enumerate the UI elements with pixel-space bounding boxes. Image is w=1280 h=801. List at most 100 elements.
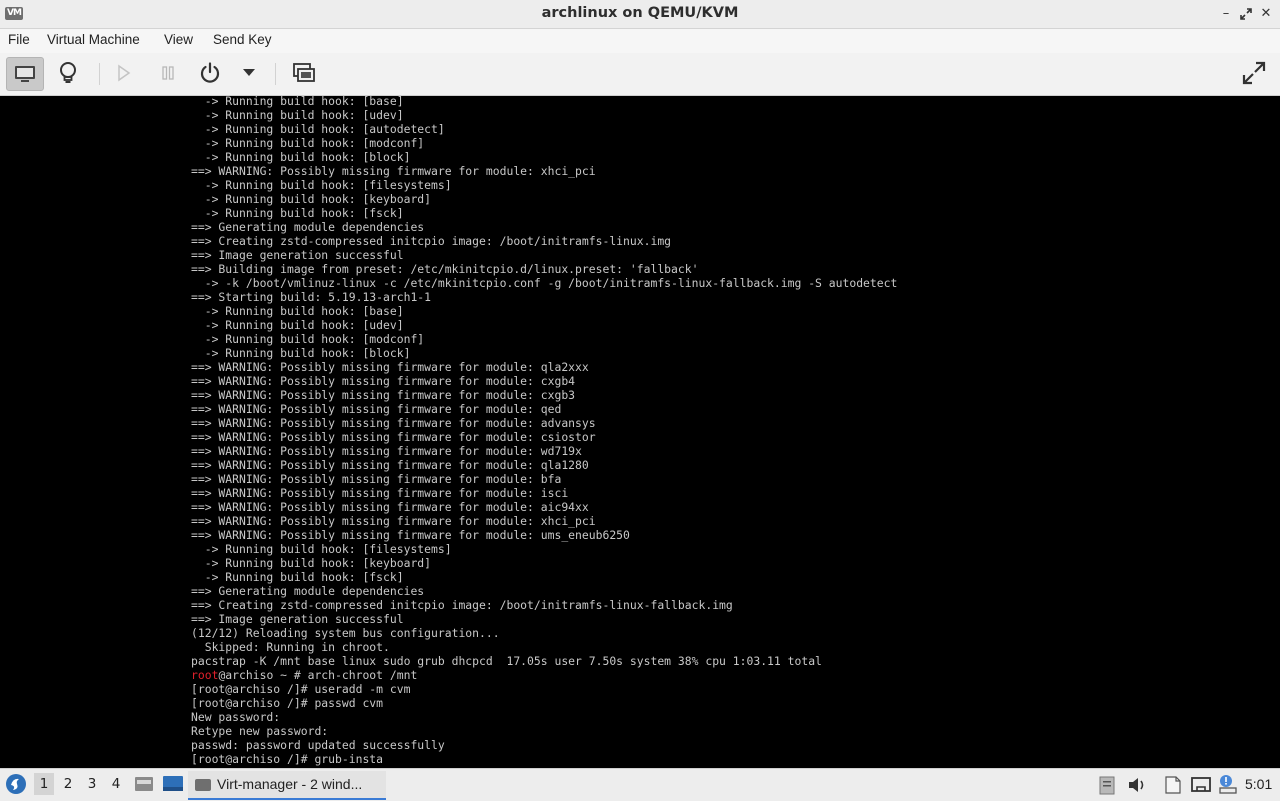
details-view-button[interactable] (50, 57, 86, 89)
console-line: Skipped: Running in chroot. (191, 640, 390, 654)
run-button[interactable] (106, 57, 142, 89)
menu-view[interactable]: View (164, 32, 193, 47)
start-menu-button[interactable] (5, 773, 27, 799)
restore-icon[interactable] (1236, 5, 1256, 23)
chevron-down-icon (243, 69, 255, 76)
console-line: ==> WARNING: Possibly missing firmware f… (191, 374, 576, 388)
workspace-2[interactable]: 2 (58, 776, 78, 792)
fullscreen-button[interactable] (1236, 57, 1272, 89)
network-wired-icon (1191, 777, 1211, 792)
root-prompt-command: @archiso ~ # arch-chroot /mnt (218, 668, 418, 682)
console-line: -> Running build hook: [base] (191, 304, 404, 318)
console-line: ==> WARNING: Possibly missing firmware f… (191, 458, 589, 472)
console-line: -> Running build hook: [udev] (191, 108, 404, 122)
console-line: ==> WARNING: Possibly missing firmware f… (191, 416, 596, 430)
workspace-3[interactable]: 3 (82, 776, 102, 792)
console-line: ==> WARNING: Possibly missing firmware f… (191, 486, 569, 500)
task-label: Virt-manager - 2 wind... (217, 776, 363, 792)
clock[interactable]: 5:01 (1245, 776, 1272, 792)
console-line: -> Running build hook: [keyboard] (191, 556, 432, 570)
console-line: ==> Creating zstd-compressed initcpio im… (191, 234, 672, 248)
menu-send-key[interactable]: Send Key (213, 32, 272, 47)
console-line: -> Running build hook: [filesystems] (191, 178, 452, 192)
console-line: ==> WARNING: Possibly missing firmware f… (191, 500, 589, 514)
console-line: -> Running build hook: [base] (191, 96, 404, 108)
pause-button[interactable] (150, 57, 186, 89)
play-icon (118, 64, 131, 82)
clipboard-tray[interactable] (1098, 775, 1116, 799)
console-line: -> Running build hook: [fsck] (191, 206, 404, 220)
desktop-icon (163, 776, 183, 791)
toolbar-separator (275, 63, 276, 85)
root-user-prompt: root (191, 668, 219, 682)
console-line: ==> WARNING: Possibly missing firmware f… (191, 388, 576, 402)
menu-bar: File Virtual Machine View Send Key (0, 29, 1280, 53)
console-line: New password: (191, 710, 281, 724)
toolbar (0, 53, 1280, 96)
console-line: -> Running build hook: [block] (191, 346, 411, 360)
lightbulb-icon (60, 62, 76, 83)
updates-tray[interactable] (1216, 773, 1238, 799)
power-icon (200, 62, 220, 83)
console-icon (15, 66, 35, 82)
update-alert-icon (1219, 775, 1237, 794)
console-line: ==> Image generation successful (191, 248, 404, 262)
console-line: ==> WARNING: Possibly missing firmware f… (191, 402, 562, 416)
console-line: ==> WARNING: Possibly missing firmware f… (191, 164, 596, 178)
console-line: -> Running build hook: [autodetect] (191, 122, 445, 136)
console-line: Retype new password: (191, 724, 329, 738)
console-line: ==> WARNING: Possibly missing firmware f… (191, 360, 589, 374)
notes-tray[interactable] (1163, 775, 1183, 799)
console-line: ==> Starting build: 5.19.13-arch1-1 (191, 290, 432, 304)
volume-icon (1129, 778, 1144, 792)
console-line: ==> Generating module dependencies (191, 220, 425, 234)
console-line: -> -k /boot/vmlinuz-linux -c /etc/mkinit… (191, 276, 898, 290)
menu-virtual-machine[interactable]: Virtual Machine (47, 32, 140, 47)
pause-icon (162, 66, 174, 80)
console-line: ==> Generating module dependencies (191, 584, 425, 598)
console-view-button[interactable] (6, 57, 44, 91)
console-line: ==> WARNING: Possibly missing firmware f… (191, 444, 582, 458)
virt-manager-task-icon (195, 779, 211, 791)
console-line: ==> WARNING: Possibly missing firmware f… (191, 472, 562, 486)
taskbar: 1 2 3 4 Virt-manager - 2 wind... 5:01 (0, 768, 1280, 801)
file-manager-launcher[interactable] (134, 775, 154, 797)
toolbar-separator (99, 63, 100, 85)
workspace-4[interactable]: 4 (106, 776, 126, 792)
workspace-1[interactable]: 1 (34, 773, 54, 795)
console-line: ==> WARNING: Possibly missing firmware f… (191, 528, 630, 542)
console-line: ==> WARNING: Possibly missing firmware f… (191, 430, 596, 444)
console-line: passwd: password updated successfully (191, 738, 445, 752)
console-line: ==> WARNING: Possibly missing firmware f… (191, 514, 596, 528)
close-icon[interactable]: ✕ (1256, 5, 1276, 23)
snapshots-icon (293, 63, 315, 82)
snapshots-button[interactable] (286, 57, 322, 89)
window-titlebar: VM archlinux on QEMU/KVM – ✕ (0, 0, 1280, 29)
vm-console-display[interactable]: -> Running build hook: [base] -> Running… (0, 96, 1280, 768)
minimize-icon[interactable]: – (1216, 5, 1236, 23)
console-output: -> Running build hook: [base] -> Running… (191, 96, 897, 766)
menu-file[interactable]: File (8, 32, 30, 47)
shutdown-menu-button[interactable] (232, 57, 266, 89)
console-line: pacstrap -K /mnt base linux sudo grub dh… (191, 654, 822, 668)
shutdown-button[interactable] (192, 57, 228, 89)
console-line: -> Running build hook: [keyboard] (191, 192, 432, 206)
show-desktop-button[interactable] (162, 775, 184, 797)
console-line: -> Running build hook: [block] (191, 150, 411, 164)
folder-icon (135, 777, 153, 791)
console-line: -> Running build hook: [modconf] (191, 136, 425, 150)
console-line: [root@archiso /]# grub-insta (191, 752, 384, 766)
console-line: -> Running build hook: [fsck] (191, 570, 404, 584)
console-line: -> Running build hook: [udev] (191, 318, 404, 332)
clipboard-icon (1099, 776, 1115, 795)
console-line: (12/12) Reloading system bus configurati… (191, 626, 500, 640)
console-line: -> Running build hook: [modconf] (191, 332, 425, 346)
taskbar-task-virt-manager[interactable]: Virt-manager - 2 wind... (188, 771, 386, 800)
console-line: ==> Building image from preset: /etc/mki… (191, 262, 699, 276)
volume-tray[interactable] (1127, 776, 1147, 798)
console-line: [root@archiso /]# useradd -m cvm (191, 682, 411, 696)
app-menu-logo-icon (6, 774, 26, 794)
console-line: ==> Image generation successful (191, 612, 404, 626)
network-tray[interactable] (1190, 775, 1212, 799)
window-title: archlinux on QEMU/KVM (541, 5, 739, 21)
